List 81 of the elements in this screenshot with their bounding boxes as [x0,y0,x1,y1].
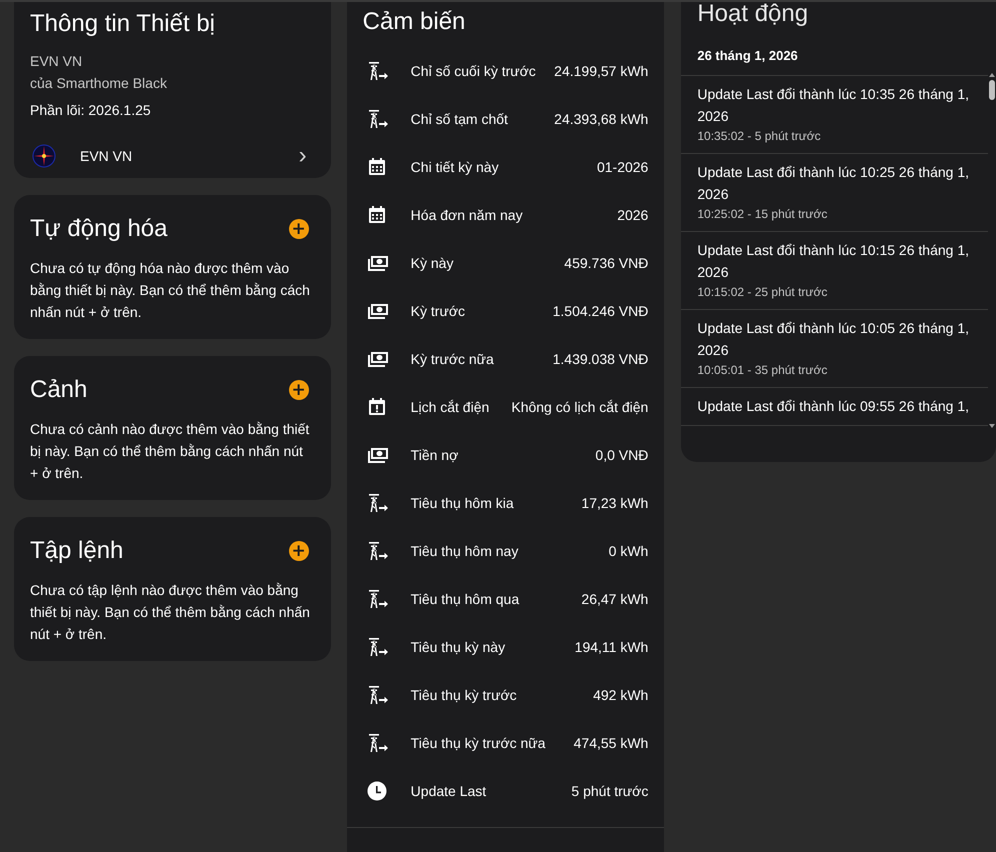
sensor-name: Kỳ trước nữa [410,351,495,367]
activity-message: Update Last đổi thành lúc 10:05 26 tháng 1, 2026 [697,319,970,360]
sensor-row[interactable]: Tiêu thụ hôm qua 26,47 kWh [346,575,664,623]
sensor-value: 1.439.038 VNĐ [552,351,648,367]
sensor-row[interactable]: Lịch cắt điện Không có lịch cắt điện [346,383,664,431]
scroll-up-icon[interactable] [988,72,996,78]
sensor-name: Tiêu thụ hôm qua [410,591,520,607]
sensor-value: 0,0 VNĐ [595,447,648,463]
sensor-name: Chỉ số tạm chốt [410,111,509,127]
sensor-value: 1.504.246 VNĐ [552,303,648,319]
chevron-icon: › [298,144,307,168]
sensor-value: 17,23 kWh [581,495,648,511]
sensor-value: 26,47 kWh [581,591,648,607]
integration-link[interactable]: EVN VN › [30,132,315,180]
sensor-row[interactable]: Tiêu thụ kỳ này 194,11 kWh [346,623,664,671]
sensor-name: Update Last [410,783,488,799]
sensor-name: Tiêu thụ kỳ này [410,639,506,655]
date-header: 26 tháng 1, 2026 [681,32,988,76]
clock-icon [364,779,389,803]
card-title: Tập lệnh [30,537,124,565]
card-title: Tự động hóa [30,215,168,243]
sensor-name: Tiêu thụ kỳ trước [410,687,518,703]
activity-time: 10:35:02 - 5 phút trước [697,128,822,145]
device-model: EVN VN [30,52,84,71]
sensor-name: Chi tiết kỳ này [410,159,500,175]
card-title: Cảnh [30,376,88,404]
sensor-name: Hóa đơn năm nay [410,207,524,223]
sensor-row[interactable]: Tiền nợ 0,0 VNĐ [346,431,664,479]
sensor-row[interactable]: Chỉ số cuối kỳ trước 24.199,57 kWh [346,47,664,95]
sensor-value: 194,11 kWh [574,639,648,655]
sensor-value: 492 kWh [593,687,648,703]
empty-message: Chưa có cảnh nào được thêm vào bằng thiết bị này. Bạn có thể thêm bằng cách nhấn nút + ở trên. [30,420,310,483]
activity-time: 10:15:02 - 25 phút trước [697,284,828,301]
empty-message: Chưa có tập lệnh nào được thêm vào bằng thiết bị này. Bạn có thể thêm bằng cách nhấn nút + ở trên. [30,581,311,644]
sensor-value: 01-2026 [596,159,648,175]
activity-message: Update Last đổi thành lúc 10:15 26 tháng 1, 2026 [697,241,970,282]
sensor-row[interactable]: Tiêu thụ kỳ trước 492 kWh [346,671,664,719]
sensor-row[interactable]: Chỉ số tạm chốt 24.393,68 kWh [346,95,664,143]
sensor-name: Lịch cắt điện [410,399,490,415]
add-button[interactable]: + [288,541,309,561]
sensor-row[interactable]: Chi tiết kỳ này 01-2026 [346,143,664,191]
scroll-down-icon[interactable] [988,423,996,429]
sensor-name: Tiêu thụ hôm kia [410,495,515,511]
sensor-row[interactable]: Tiêu thụ kỳ trước nữa 474,55 kWh [346,719,664,767]
activity-message: Update Last đổi thành lúc 10:35 26 tháng 1, 2026 [697,85,970,126]
activity-message: Update Last đổi thành lúc 10:25 26 tháng 1, 2026 [697,163,970,204]
sensor-row[interactable]: Update Last 5 phút trước [346,767,664,815]
device-manufacturer: của Smarthome Black [30,74,168,93]
sensor-value: 0 kWh [608,543,648,559]
sensor-row[interactable]: Kỳ này 459.736 VNĐ [346,239,664,287]
sensor-name: Chỉ số cuối kỳ trước [410,63,537,79]
sensor-row[interactable]: Kỳ trước nữa 1.439.038 VNĐ [346,335,664,383]
card-title: Cảm biến [362,8,466,36]
activity-time: 10:05:01 - 35 phút trước [697,362,828,379]
sensor-value: 2026 [617,207,648,223]
firmware-version: Phần lõi: 2026.1.25 [30,102,152,118]
card-title: Thông tin Thiết bị [30,10,216,38]
sensor-row[interactable]: Hóa đơn năm nay 2026 [346,191,664,239]
sensor-name: Kỳ này [410,255,454,271]
sensor-name: Tiền nợ [410,447,460,463]
sensor-row[interactable]: Tiêu thụ hôm kia 17,23 kWh [346,479,664,527]
card-title: Hoạt động [696,2,810,28]
sensor-value: Không có lịch cắt điện [511,399,648,415]
sensor-value: 24.199,57 kWh [554,63,648,79]
activity-message: Update Last đổi thành lúc 09:55 26 tháng 1, [697,397,970,416]
sensor-row[interactable]: Kỳ trước 1.504.246 VNĐ [346,287,664,335]
sensor-name: Kỳ trước [410,303,466,319]
empty-message: Chưa có tự động hóa nào được thêm vào bằng thiết bị này. Bạn có thể thêm bằng cách nhấn nút + ở trên. [30,259,311,322]
add-button[interactable]: + [288,380,309,400]
add-button[interactable]: + [288,219,309,239]
scrollbar-thumb[interactable] [989,80,996,100]
sensor-value: 24.393,68 kWh [554,111,648,127]
sensor-row[interactable]: Tiêu thụ hôm nay 0 kWh [346,527,664,575]
activity-time: 10:25:02 - 15 phút trước [697,206,828,223]
sensor-name: Tiêu thụ kỳ trước nữa [410,735,546,751]
sensor-value: 474,55 kWh [574,735,648,751]
sensor-value: 459.736 VNĐ [564,255,648,271]
integration-name: EVN VN [80,148,134,164]
sensor-value: 5 phút trước [571,783,648,799]
star-logo-icon [32,144,56,168]
sensor-name: Tiêu thụ hôm nay [410,543,520,559]
